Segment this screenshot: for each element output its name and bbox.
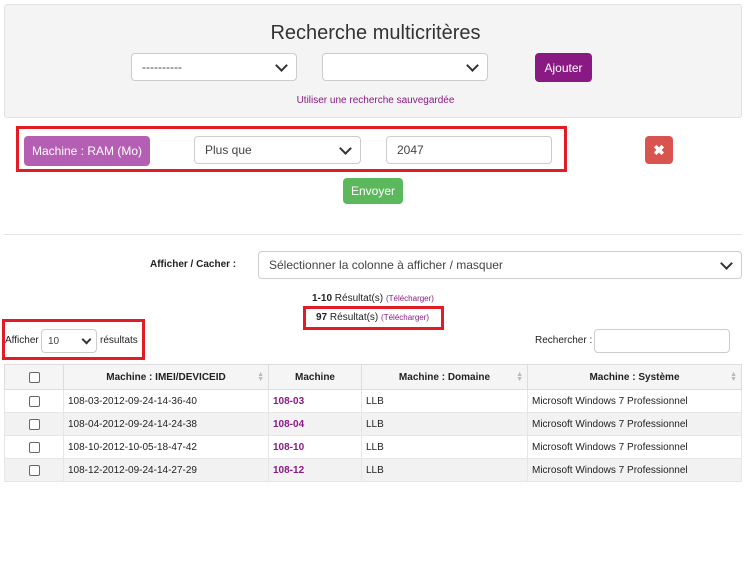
results-total-value: 97 [316, 312, 328, 323]
header-machine-label: Machine [294, 371, 335, 383]
page-size-suffix: résultats [100, 335, 138, 346]
results-table: Machine : IMEI/DEVICEID ▲ ▼ Machine Machin… [4, 364, 742, 482]
page-size-select[interactable]: 10 [41, 329, 97, 353]
sort-icon: ▲ ▼ [516, 371, 523, 383]
chevron-down-icon [275, 58, 288, 72]
row-checkbox-cell[interactable] [4, 389, 64, 413]
header-machine[interactable]: Machine [268, 364, 362, 390]
column-toggle-label: Afficher / Cacher : [150, 259, 237, 270]
row-checkbox[interactable] [28, 395, 40, 407]
criteria-field-select[interactable]: ---------- [131, 53, 297, 81]
cell-imei: 108-12-2012-09-24-14-27-29 [63, 458, 269, 482]
chevron-down-icon [466, 58, 479, 72]
criteria-value-text: 2047 [397, 143, 424, 157]
results-range-value: 1-10 [312, 293, 333, 304]
column-toggle-placeholder: Sélectionner la colonne à afficher / mas… [269, 258, 503, 272]
select-all-checkbox[interactable] [28, 371, 40, 383]
cell-domain: LLB [361, 412, 528, 436]
saved-search-link[interactable]: Utiliser une recherche sauvegardée [0, 95, 751, 106]
header-domain[interactable]: Machine : Domaine ▲ ▼ [361, 364, 528, 390]
row-checkbox-cell[interactable] [4, 412, 64, 436]
table-row: 108-10-2012-10-05-18-47-42 108-10 LLB Mi… [4, 435, 742, 459]
sort-icon: ▲ ▼ [257, 371, 264, 383]
download-range-link[interactable]: (Télécharger) [386, 294, 434, 303]
cell-imei: 108-10-2012-10-05-18-47-42 [63, 435, 269, 459]
row-checkbox[interactable] [28, 464, 40, 476]
table-row: 108-03-2012-09-24-14-36-40 108-03 LLB Mi… [4, 389, 742, 413]
divider [4, 234, 742, 235]
close-icon: ✖ [653, 141, 665, 158]
download-total-link[interactable]: (Télécharger) [381, 313, 429, 322]
send-button[interactable]: Envoyer [343, 178, 403, 204]
results-range: 1-10 Résultat(s) (Télécharger) [312, 293, 434, 304]
cell-system: Microsoft Windows 7 Professionnel [527, 458, 742, 482]
cell-machine-link[interactable]: 108-04 [268, 412, 362, 436]
table-search-label: Rechercher : [535, 335, 593, 346]
row-checkbox[interactable] [28, 441, 40, 453]
row-checkbox-cell[interactable] [4, 435, 64, 459]
row-checkbox-cell[interactable] [4, 458, 64, 482]
cell-domain: LLB [361, 389, 528, 413]
cell-machine-link[interactable]: 108-03 [268, 389, 362, 413]
cell-imei: 108-04-2012-09-24-14-24-38 [63, 412, 269, 436]
column-toggle-select[interactable]: Sélectionner la colonne à afficher / mas… [258, 251, 742, 279]
header-imei[interactable]: Machine : IMEI/DEVICEID ▲ ▼ [63, 364, 269, 390]
row-checkbox[interactable] [28, 418, 40, 430]
results-total: 97 Résultat(s) (Télécharger) [316, 312, 429, 323]
cell-machine-link[interactable]: 108-10 [268, 435, 362, 459]
results-total-suffix: Résultat(s) [329, 312, 379, 323]
page-size-prefix: Afficher [5, 335, 39, 346]
criteria-operator-value: Plus que [205, 143, 252, 157]
cell-system: Microsoft Windows 7 Professionnel [527, 435, 742, 459]
criteria-operator-select[interactable]: Plus que [194, 136, 361, 164]
header-domain-label: Machine : Domaine [398, 371, 491, 383]
criteria-field-tag[interactable]: Machine : RAM (Mo) [24, 136, 150, 166]
sort-icon: ▲ ▼ [730, 371, 737, 383]
criteria-field-select-value: ---------- [142, 60, 182, 74]
chevron-down-icon [720, 256, 733, 270]
table-search-input[interactable] [594, 329, 730, 353]
header-imei-label: Machine : IMEI/DEVICEID [106, 371, 226, 383]
table-header-row: Machine : IMEI/DEVICEID ▲ ▼ Machine Machin… [4, 364, 742, 390]
cell-system: Microsoft Windows 7 Professionnel [527, 412, 742, 436]
cell-domain: LLB [361, 458, 528, 482]
header-system[interactable]: Machine : Système ▲ ▼ [527, 364, 742, 390]
cell-domain: LLB [361, 435, 528, 459]
add-button[interactable]: Ajouter [535, 53, 592, 82]
results-range-suffix: Résultat(s) [334, 293, 384, 304]
header-system-label: Machine : Système [589, 371, 680, 383]
search-title: Recherche multicritères [270, 22, 481, 44]
chevron-down-icon [339, 141, 352, 155]
table-row: 108-12-2012-09-24-14-27-29 108-12 LLB Mi… [4, 458, 742, 482]
delete-criteria-button[interactable]: ✖ [645, 136, 673, 164]
cell-machine-link[interactable]: 108-12 [268, 458, 362, 482]
criteria-value-input[interactable]: 2047 [386, 136, 552, 164]
page-size-value: 10 [48, 335, 60, 347]
cell-imei: 108-03-2012-09-24-14-36-40 [63, 389, 269, 413]
table-row: 108-04-2012-09-24-14-24-38 108-04 LLB Mi… [4, 412, 742, 436]
chevron-down-icon [81, 334, 92, 344]
select-all-header[interactable] [4, 364, 64, 390]
cell-system: Microsoft Windows 7 Professionnel [527, 389, 742, 413]
criteria-secondary-select[interactable] [322, 53, 488, 81]
